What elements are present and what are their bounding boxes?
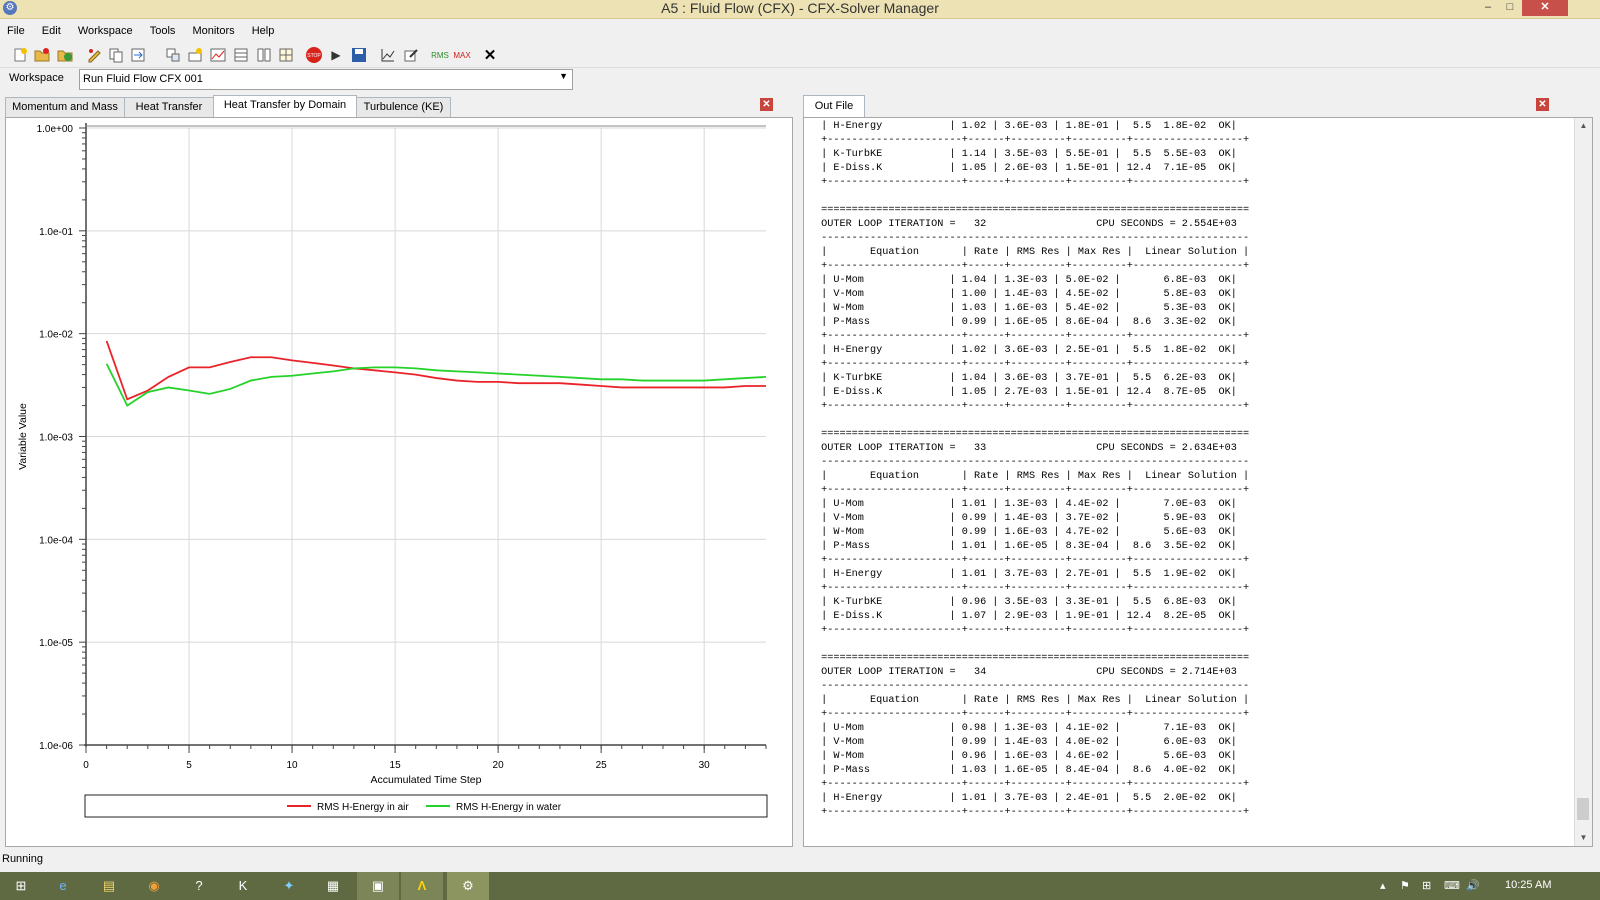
max-icon[interactable]: MAX xyxy=(452,46,472,64)
ansys-icon[interactable]: Λ xyxy=(401,872,443,900)
window-title: A5 : Fluid Flow (CFX) - CFX-Solver Manag… xyxy=(661,0,939,16)
y-tick-label: 1.0e-03 xyxy=(39,433,73,444)
pencil-icon[interactable] xyxy=(402,46,420,64)
scroll-thumb[interactable] xyxy=(1577,798,1589,820)
restart-icon[interactable] xyxy=(56,46,74,64)
menu-monitors[interactable]: Monitors xyxy=(185,22,241,40)
folder-icon[interactable]: ▣ xyxy=(357,872,399,900)
tab-heat-transfer[interactable]: Heat Transfer xyxy=(124,97,214,117)
x-tick-label: 25 xyxy=(596,760,608,771)
butterfly-icon[interactable]: ✦ xyxy=(268,872,310,900)
network-icon[interactable]: ⊞ xyxy=(1422,879,1431,892)
flag-icon[interactable]: ⚑ xyxy=(1400,879,1410,892)
maximize-button[interactable]: □ xyxy=(1497,0,1523,16)
arrange-icon[interactable] xyxy=(164,46,182,64)
workspace-row: Workspace Run Fluid Flow CFX 001 ▼ xyxy=(0,69,1600,90)
status-bar: Running xyxy=(0,852,1600,868)
y-tick-label: 1.0e-02 xyxy=(39,330,73,341)
y-axis-label: Variable Value xyxy=(17,403,29,470)
new-run-icon[interactable] xyxy=(11,46,29,64)
y-tick-label: 1.0e-05 xyxy=(39,638,73,649)
keyboard-icon[interactable]: ⌨ xyxy=(1444,879,1460,892)
tab-turbulence-ke[interactable]: Turbulence (KE) xyxy=(356,97,451,117)
y-tick-label: 1.0e-01 xyxy=(39,227,73,238)
sync-icon[interactable] xyxy=(129,46,147,64)
clock[interactable]: 10:25 AM xyxy=(1505,879,1551,891)
taskbar: ⊞ e ▤ ◉ ? K ✦ ▦ ▣ Λ ⚙ ▴ ⚑ ⊞ ⌨ 🔊 10:25 AM xyxy=(0,872,1600,900)
tab-out-file[interactable]: Out File xyxy=(803,95,865,117)
ie-icon[interactable]: e xyxy=(42,872,84,900)
scroll-up-icon[interactable]: ▲ xyxy=(1575,118,1592,134)
close-panel-icon[interactable]: ✕ xyxy=(760,98,773,111)
rms-icon[interactable]: RMS xyxy=(430,46,450,64)
out-file-panel: Out File ✕ | H-Energy | 1.02 | 3.6E-03 |… xyxy=(803,95,1593,847)
chrome-icon[interactable]: ◉ xyxy=(133,872,175,900)
menu-tools[interactable]: Tools xyxy=(143,22,183,40)
y-tick-label: 1.0e+00 xyxy=(37,124,74,135)
residual-chart: 1.0e+00 1.0e-01 1.0e-02 1.0e-03 1.0e-04 1.0e-… xyxy=(17,123,768,818)
workspace-select[interactable]: Run Fluid Flow CFX 001 ▼ xyxy=(79,69,573,90)
monitor-tabs: Momentum and Mass Heat Transfer Heat Tra… xyxy=(5,95,793,117)
x-tick-label: 30 xyxy=(699,760,711,771)
out-file-view[interactable]: | H-Energy | 1.02 | 3.6E-03 | 1.8E-01 | … xyxy=(803,117,1593,847)
x-tick-label: 15 xyxy=(390,760,402,771)
layout-icon[interactable] xyxy=(186,46,204,64)
out-file-text: | H-Energy | 1.02 | 3.6E-03 | 1.8E-01 | … xyxy=(821,121,1250,818)
menu-edit[interactable]: Edit xyxy=(35,22,68,40)
legend-label-0: RMS H-Energy in air xyxy=(317,802,409,813)
tab-heat-transfer-by-domain[interactable]: Heat Transfer by Domain xyxy=(213,95,357,117)
close-icon[interactable]: ✕ xyxy=(481,46,499,64)
grid-icon[interactable] xyxy=(232,46,250,64)
tray-up-icon[interactable]: ▴ xyxy=(1380,879,1386,892)
windows-start-icon[interactable]: ⊞ xyxy=(0,872,42,900)
toolbar: STOP ▶ RMS MAX ✕ xyxy=(0,43,1600,68)
copy-icon[interactable] xyxy=(107,46,125,64)
layout2-icon[interactable] xyxy=(277,46,295,64)
chevron-down-icon: ▼ xyxy=(559,71,568,81)
monitor-panel: Momentum and Mass Heat Transfer Heat Tra… xyxy=(5,95,793,847)
plot-frame: 1.0e+00 1.0e-01 1.0e-02 1.0e-03 1.0e-04 1.0e-… xyxy=(5,117,793,847)
x-axis-label: Accumulated Time Step xyxy=(371,774,482,786)
save-icon[interactable] xyxy=(350,46,368,64)
volume-icon[interactable]: 🔊 xyxy=(1466,879,1480,892)
menu-workspace[interactable]: Workspace xyxy=(71,22,140,40)
workspace-select-value: Run Fluid Flow CFX 001 xyxy=(83,73,203,85)
scroll-down-icon[interactable]: ▼ xyxy=(1575,830,1592,846)
workspace-label: Workspace xyxy=(9,72,64,84)
tab-momentum-and-mass[interactable]: Momentum and Mass xyxy=(5,97,125,117)
y-tick-label: 1.0e-06 xyxy=(39,741,73,752)
close-out-file-icon[interactable]: ✕ xyxy=(1536,98,1549,111)
help-icon[interactable]: ? xyxy=(178,872,220,900)
app-icon[interactable]: ▦ xyxy=(312,872,354,900)
vertical-scrollbar[interactable]: ▲ ▼ xyxy=(1574,118,1592,846)
play-icon[interactable]: ▶ xyxy=(327,46,345,64)
table-icon[interactable] xyxy=(255,46,273,64)
edit-icon[interactable] xyxy=(85,46,103,64)
system-tray: ▴ ⚑ ⊞ ⌨ 🔊 10:25 AM xyxy=(1370,872,1600,900)
monitor-icon[interactable] xyxy=(209,46,227,64)
x-tick-label: 10 xyxy=(286,760,298,771)
k-icon[interactable]: K xyxy=(222,872,264,900)
legend-label-1: RMS H-Energy in water xyxy=(456,802,562,813)
close-window-button[interactable]: ✕ xyxy=(1522,0,1568,16)
menu-bar: File Edit Workspace Tools Monitors Help xyxy=(0,22,1600,40)
series-line-1 xyxy=(105,363,767,407)
cfx-solver-icon[interactable]: ⚙ xyxy=(447,872,489,900)
menu-file[interactable]: File xyxy=(0,22,32,40)
menu-help[interactable]: Help xyxy=(245,22,282,40)
stop-icon-label: STOP xyxy=(307,53,321,59)
chart-edit-icon[interactable] xyxy=(379,46,397,64)
open-icon[interactable] xyxy=(33,46,51,64)
title-bar: ⚙ A5 : Fluid Flow (CFX) - CFX-Solver Man… xyxy=(0,0,1600,19)
stop-icon[interactable]: STOP xyxy=(305,46,323,64)
x-tick-label: 5 xyxy=(186,760,192,771)
x-tick-label: 20 xyxy=(493,760,505,771)
status-text: Running xyxy=(2,853,43,865)
y-tick-label: 1.0e-04 xyxy=(39,535,73,546)
file-explorer-icon[interactable]: ▤ xyxy=(88,872,130,900)
x-tick-label: 0 xyxy=(83,760,89,771)
